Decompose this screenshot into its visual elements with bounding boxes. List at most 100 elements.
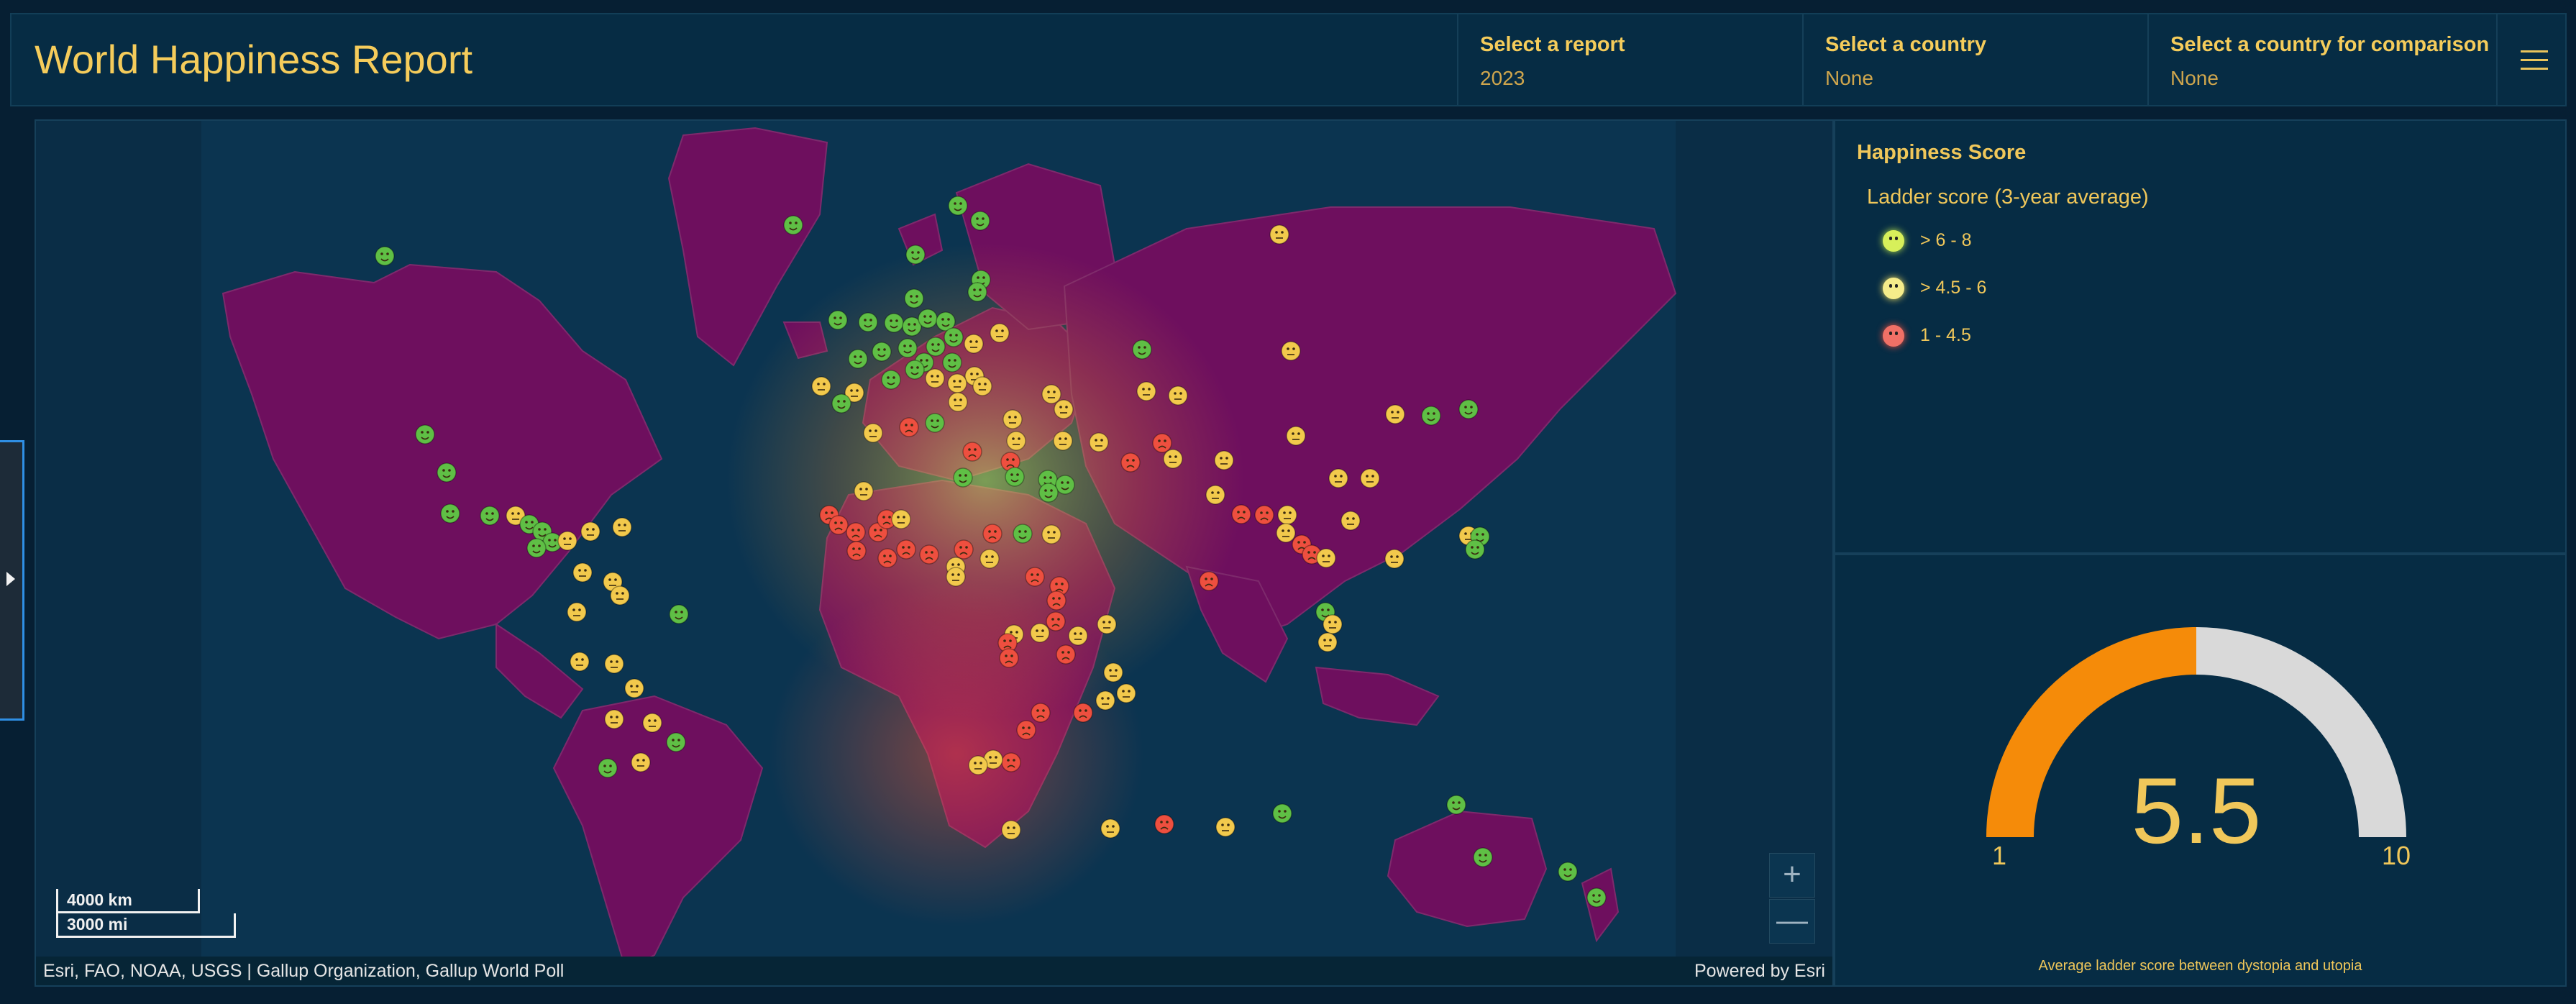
attribution-text[interactable]: Esri, FAO, NOAA, USGS | Gallup Organizat… bbox=[43, 957, 564, 985]
country-marker[interactable] bbox=[982, 524, 1002, 544]
country-marker[interactable] bbox=[642, 713, 662, 733]
country-marker[interactable] bbox=[1272, 803, 1292, 823]
country-marker[interactable] bbox=[1005, 467, 1025, 487]
country-marker[interactable] bbox=[1116, 683, 1136, 703]
country-marker[interactable] bbox=[858, 312, 878, 332]
country-marker[interactable] bbox=[1132, 339, 1152, 360]
powered-by-link[interactable]: Powered by Esri bbox=[1694, 957, 1825, 985]
country-marker[interactable] bbox=[570, 652, 590, 672]
country-marker[interactable] bbox=[1046, 590, 1067, 611]
country-marker[interactable] bbox=[979, 549, 1000, 569]
country-marker[interactable] bbox=[1089, 432, 1109, 452]
country-marker[interactable] bbox=[1016, 720, 1036, 740]
country-marker[interactable] bbox=[440, 503, 460, 524]
country-marker[interactable] bbox=[1360, 468, 1380, 488]
country-marker[interactable] bbox=[1269, 224, 1289, 245]
country-marker[interactable] bbox=[1340, 511, 1361, 531]
country-marker[interactable] bbox=[954, 539, 974, 560]
country-marker[interactable] bbox=[666, 732, 686, 752]
report-selector[interactable]: Select a report 2023 bbox=[1457, 14, 1802, 105]
country-marker[interactable] bbox=[604, 709, 624, 729]
country-marker[interactable] bbox=[962, 442, 982, 462]
country-marker[interactable] bbox=[999, 648, 1019, 668]
country-marker[interactable] bbox=[1055, 475, 1075, 495]
country-marker[interactable] bbox=[1328, 468, 1348, 488]
country-marker[interactable] bbox=[896, 539, 916, 560]
country-marker[interactable] bbox=[828, 515, 849, 535]
country-marker[interactable] bbox=[1006, 431, 1026, 451]
zoom-out-button[interactable]: — bbox=[1769, 899, 1815, 944]
country-marker[interactable] bbox=[1465, 539, 1485, 560]
country-marker[interactable] bbox=[1199, 571, 1219, 591]
zoom-in-button[interactable]: + bbox=[1769, 853, 1815, 898]
country-marker[interactable] bbox=[891, 509, 911, 529]
country-marker[interactable] bbox=[604, 654, 624, 674]
country-marker[interactable] bbox=[1277, 505, 1297, 525]
country-marker[interactable] bbox=[1214, 450, 1234, 470]
country-marker[interactable] bbox=[631, 752, 651, 772]
country-marker[interactable] bbox=[598, 758, 618, 778]
country-marker[interactable] bbox=[846, 522, 866, 542]
country-marker[interactable] bbox=[1095, 690, 1115, 711]
country-marker[interactable] bbox=[1053, 431, 1073, 451]
country-marker[interactable] bbox=[918, 309, 938, 329]
country-marker[interactable] bbox=[1276, 523, 1296, 543]
country-marker[interactable] bbox=[811, 376, 831, 396]
country-marker[interactable] bbox=[942, 352, 962, 373]
country-marker[interactable] bbox=[526, 538, 547, 558]
country-marker[interactable] bbox=[1473, 847, 1493, 867]
country-marker[interactable] bbox=[877, 548, 898, 568]
country-marker[interactable] bbox=[1002, 409, 1023, 429]
country-marker[interactable] bbox=[1073, 703, 1093, 723]
country-marker[interactable] bbox=[1054, 399, 1074, 419]
country-marker[interactable] bbox=[610, 585, 630, 606]
country-marker[interactable] bbox=[1056, 644, 1076, 665]
country-marker[interactable] bbox=[854, 481, 874, 501]
country-marker[interactable] bbox=[1013, 524, 1033, 544]
country-marker[interactable] bbox=[881, 370, 901, 390]
country-marker[interactable] bbox=[970, 211, 990, 231]
country-marker[interactable] bbox=[1031, 703, 1051, 723]
country-marker[interactable] bbox=[1152, 433, 1172, 453]
country-marker[interactable] bbox=[964, 334, 984, 354]
country-marker[interactable] bbox=[904, 288, 924, 309]
country-marker[interactable] bbox=[905, 245, 926, 265]
country-marker[interactable] bbox=[905, 360, 925, 380]
country-marker[interactable] bbox=[1205, 485, 1225, 505]
country-marker[interactable] bbox=[948, 392, 968, 412]
country-marker[interactable] bbox=[1316, 548, 1336, 568]
country-marker[interactable] bbox=[572, 562, 593, 583]
country-marker[interactable] bbox=[919, 544, 939, 565]
country-marker[interactable] bbox=[1025, 567, 1045, 587]
country-marker[interactable] bbox=[898, 338, 918, 358]
country-marker[interactable] bbox=[1446, 795, 1466, 815]
country-marker[interactable] bbox=[1046, 611, 1066, 631]
side-panel-toggle[interactable] bbox=[0, 440, 24, 721]
country-marker[interactable] bbox=[948, 196, 968, 216]
country-marker[interactable] bbox=[947, 373, 967, 393]
country-marker[interactable] bbox=[437, 462, 457, 483]
country-marker[interactable] bbox=[863, 423, 883, 443]
country-marker[interactable] bbox=[968, 755, 988, 775]
country-marker[interactable] bbox=[1154, 814, 1174, 834]
country-marker[interactable] bbox=[1001, 752, 1021, 772]
country-marker[interactable] bbox=[925, 413, 945, 433]
country-marker[interactable] bbox=[1038, 483, 1059, 503]
country-marker[interactable] bbox=[925, 368, 945, 388]
country-marker[interactable] bbox=[990, 323, 1010, 343]
comparison-selector[interactable]: Select a country for comparison None bbox=[2147, 14, 2496, 105]
country-marker[interactable] bbox=[1254, 505, 1274, 525]
country-marker[interactable] bbox=[946, 567, 966, 587]
world-map[interactable]: 4000 km 3000 mi + — Esri, FAO, NOAA, USG… bbox=[35, 119, 1834, 987]
country-marker[interactable] bbox=[846, 541, 867, 561]
country-marker[interactable] bbox=[899, 417, 919, 437]
country-marker[interactable] bbox=[783, 215, 803, 235]
country-marker[interactable] bbox=[1317, 632, 1338, 652]
country-marker[interactable] bbox=[1458, 399, 1479, 419]
country-marker[interactable] bbox=[1103, 662, 1123, 683]
country-marker[interactable] bbox=[1421, 406, 1441, 426]
country-marker[interactable] bbox=[1120, 452, 1141, 473]
country-marker[interactable] bbox=[567, 602, 587, 622]
country-marker[interactable] bbox=[1068, 626, 1088, 646]
country-marker[interactable] bbox=[580, 521, 600, 542]
